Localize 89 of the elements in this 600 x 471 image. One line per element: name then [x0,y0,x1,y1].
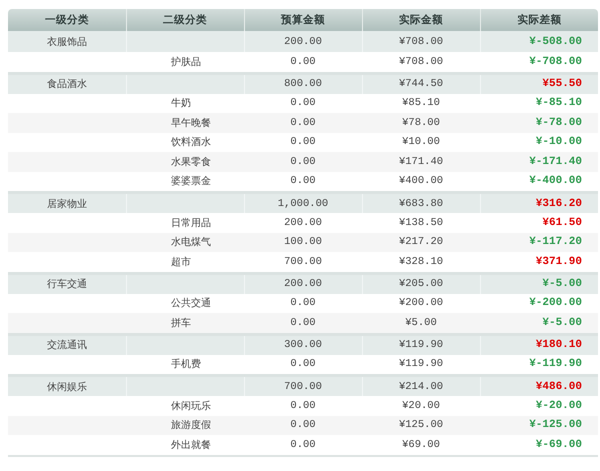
table-cell: 居家物业 [46,198,87,210]
table-cell: 食品酒水 [46,79,87,90]
table-cell: ¥683.80 [398,198,444,210]
table-cell: 0.00 [290,297,316,310]
table-cell: 100.00 [284,236,322,248]
table-cell: ¥180.10 [536,339,582,351]
table-cell: 手机费 [171,359,201,370]
table-cell: ¥5.00 [405,316,437,329]
table-cell: 0.00 [290,438,316,451]
column-header: 预算金额 [244,9,362,31]
table-cell: 超市 [171,256,191,268]
table-cell: 0.00 [290,316,316,329]
table-cell: ¥-10.00 [536,136,582,148]
table-cell: 0.00 [290,175,316,188]
table-cell: ¥119.90 [398,358,444,370]
table-cell: 拼车 [171,318,191,329]
table-cell: ¥61.50 [542,216,582,229]
table-cell: 外出就餐 [171,440,211,451]
table-cell: ¥-5.00 [542,278,582,290]
table-cell: 日常用品 [171,218,211,229]
table-cell: ¥-20.00 [536,400,582,412]
table-cell: 200.00 [284,36,322,48]
table-cell: 1,000.00 [278,198,328,210]
table-cell: ¥138.50 [398,216,444,229]
table-cell: 护肤品 [171,56,201,68]
column-header: 实际金额 [362,9,480,31]
table-cell: ¥-400.00 [529,175,582,188]
table-cell: 行车交通 [46,279,87,290]
table-cell: ¥217.20 [398,236,444,248]
table-cell: 水果零食 [171,156,211,168]
column-header: 二级分类 [126,9,244,31]
table-cell: 牛奶 [171,98,191,110]
table-cell: 800.00 [284,78,322,90]
table-cell: 200.00 [284,278,322,290]
table-cell: ¥55.50 [542,78,582,90]
table-cell: ¥-78.00 [536,116,582,129]
table-cell: ¥328.10 [398,256,444,268]
table-cell: 300.00 [284,339,322,351]
column-header: 一级分类 [8,9,126,31]
table-cell: ¥-508.00 [529,36,582,48]
table-cell: ¥10.00 [402,136,440,148]
table-cell: 公共交通 [171,298,211,310]
table-cell: ¥125.00 [398,419,444,432]
table-cell: ¥119.90 [398,339,444,351]
column-header: 实际差额 [480,9,598,31]
table-cell: ¥-125.00 [529,419,582,432]
table-cell: ¥-5.00 [542,316,582,329]
table-cell: ¥-69.00 [536,438,582,451]
table-cell: 0.00 [290,136,316,148]
table-cell: ¥-708.00 [529,56,582,68]
table-cell: ¥85.10 [402,97,440,110]
table-cell: ¥400.00 [398,175,444,188]
table-cell: 水电煤气 [171,237,211,248]
table-cell: ¥744.50 [398,78,444,90]
table-cell: 早午晚餐 [171,118,211,129]
table-cell: 0.00 [290,116,316,129]
table-cell: 衣服饰品 [46,36,87,48]
table-cell: 700.00 [284,256,322,268]
table-cell: ¥-200.00 [529,297,582,310]
table-cell: 0.00 [290,358,316,370]
table-cell: 交流通讯 [46,340,87,351]
table-cell: ¥205.00 [398,278,444,290]
table-cell: 饮料酒水 [171,137,211,148]
table-cell: ¥200.00 [398,297,444,310]
table-cell: 婆婆票金 [171,176,211,188]
table-cell: 0.00 [290,400,316,412]
table-cell: ¥-171.40 [529,156,582,168]
table-cell: 0.00 [290,97,316,110]
table-cell: 700.00 [284,380,322,392]
table-cell: 休闲娱乐 [46,382,87,392]
table-cell: ¥486.00 [536,380,582,392]
table-cell: ¥-117.20 [529,236,582,248]
table-cell: 0.00 [290,419,316,432]
table-cell: ¥69.00 [402,438,440,451]
table-cell: ¥-119.90 [529,358,582,370]
table-cell: 200.00 [284,216,322,229]
table-cell: ¥78.00 [402,116,440,129]
table-cell: 旅游度假 [171,420,211,432]
table-cell: 休闲玩乐 [171,400,211,412]
table-cell: 0.00 [290,56,316,68]
table-cell: ¥371.90 [536,256,582,268]
table-cell: ¥708.00 [398,36,444,48]
table-cell: ¥214.00 [398,380,444,392]
table-cell: ¥20.00 [402,400,440,412]
table-cell: ¥316.20 [536,198,582,210]
table-cell: ¥171.40 [398,156,444,168]
table-cell: ¥708.00 [398,56,444,68]
table-cell: 0.00 [290,156,316,168]
table-cell: ¥-85.10 [536,97,582,110]
